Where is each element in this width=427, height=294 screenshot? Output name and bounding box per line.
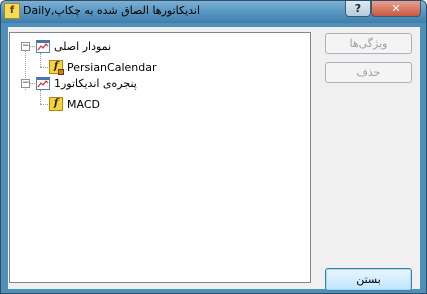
dialog-body: − نمودار اصلی f PersianCalendar − پنجره‌… (8, 27, 420, 291)
tree-connector (40, 53, 41, 67)
tree-connector (40, 104, 48, 105)
collapse-indicator-window-button[interactable]: − (21, 79, 30, 88)
indicators-dialog: f Daily,اندیکاتورها الصاق شده به چکاپ ? … (0, 0, 427, 294)
chart-icon (36, 76, 50, 90)
chart-icon (36, 39, 50, 53)
tree-item-indicator-window[interactable]: پنجره‌ی اندیکاتور1 (36, 75, 137, 91)
tree-item-persiancalendar[interactable]: f PersianCalendar (49, 59, 157, 75)
tree-connector (40, 67, 48, 68)
tree-item-main-chart[interactable]: نمودار اصلی (36, 38, 111, 54)
tree-item-macd[interactable]: f MACD (49, 96, 100, 112)
window-title: Daily,اندیکاتورها الصاق شده به چکاپ (23, 4, 201, 17)
properties-button[interactable]: ویژگی‌ها (325, 33, 412, 54)
tree-item-label: نمودار اصلی (54, 39, 112, 53)
collapse-main-chart-button[interactable]: − (21, 42, 30, 51)
tree-item-label: MACD (67, 97, 100, 111)
indicator-tree[interactable]: − نمودار اصلی f PersianCalendar − پنجره‌… (9, 32, 311, 283)
locked-indicator-icon: f (49, 60, 64, 75)
title-bar[interactable]: f Daily,اندیکاتورها الصاق شده به چکاپ ? … (1, 1, 426, 23)
tree-item-label: پنجره‌ی اندیکاتور1 (54, 76, 137, 90)
tree-connector (40, 90, 41, 104)
delete-button[interactable]: حذف (325, 62, 412, 83)
tree-item-label: PersianCalendar (67, 60, 157, 74)
help-button[interactable]: ? (345, 1, 371, 17)
indicator-app-icon: f (4, 3, 20, 19)
indicator-icon: f (49, 97, 63, 111)
close-window-button[interactable]: ✕ (371, 1, 421, 17)
close-button[interactable]: بستن (325, 268, 412, 291)
